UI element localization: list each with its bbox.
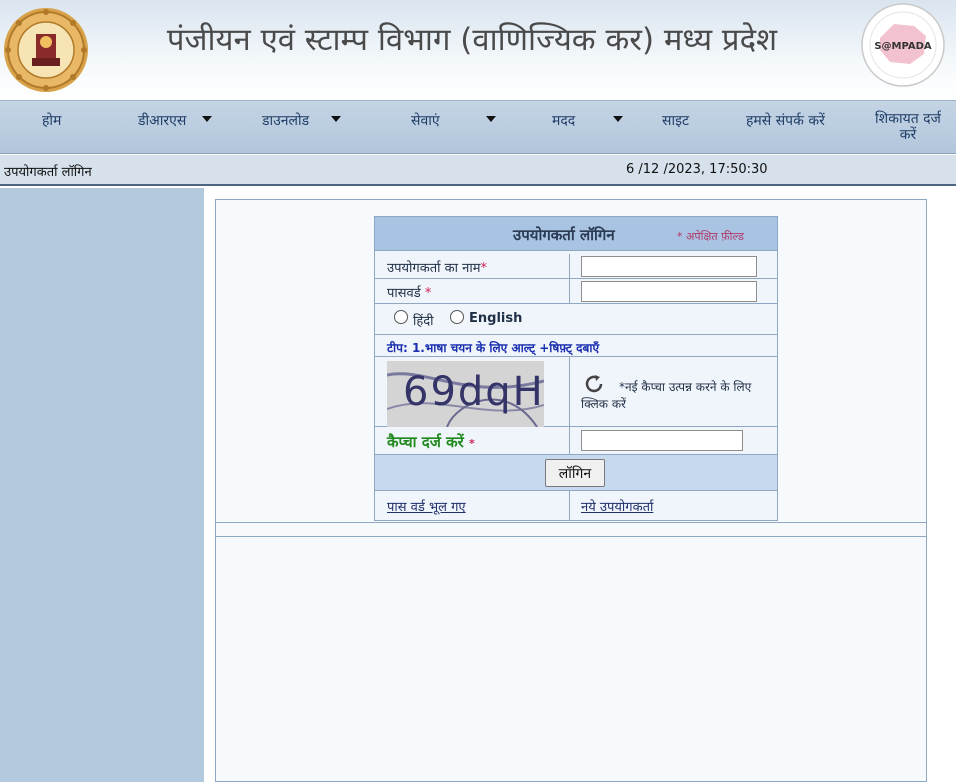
main-nav: होम डीआरएस डाउनलोड सेवाएं मदद साइट हमसे … [0,100,956,154]
nav-services[interactable]: सेवाएं [411,111,496,130]
mp-state-emblem-icon [4,8,88,92]
login-header: उपयोगकर्ता लॉगिन * अपेक्षित फ़ील्ड [375,217,777,251]
left-sidebar [0,188,204,782]
login-form: उपयोगकर्ता लॉगिन * अपेक्षित फ़ील्ड उपयोग… [374,216,778,521]
login-title: उपयोगकर्ता लॉगिन [513,226,615,244]
username-label: उपयोगकर्ता का नाम [387,261,481,276]
captcha-input-row: कैप्चा दर्ज करें * [375,427,777,455]
language-row: हिंदी English [375,304,777,335]
sampada-logo-text: S@MPADA [874,41,932,52]
divider [216,536,926,537]
language-tip: टीप: 1.भाषा चयन के लिए आल्ट् +षिफ़्ट् दब… [387,341,600,355]
password-label: पासवर्ड [387,286,425,301]
required-mark: * [480,261,487,276]
radio-english[interactable] [450,310,464,324]
forgot-password-link[interactable]: पास वर्ड भूल गए [387,497,466,515]
required-note: * अपेक्षित फ़ील्ड [677,230,744,243]
username-row: उपयोगकर्ता का नाम* [375,254,777,279]
breadcrumb: उपयोगकर्ता लॉगिन [4,165,92,180]
refresh-captcha-text[interactable]: *नई कैप्चा उत्पन्न करने के लिए क्लिक करे… [581,379,777,413]
nav-contact[interactable]: हमसे संपर्क करें [746,111,825,130]
password-input[interactable] [581,281,757,302]
tip-row: टीप: 1.भाषा चयन के लिए आल्ट् +षिफ़्ट् दब… [375,335,777,357]
nav-drs[interactable]: डीआरएस [138,111,213,130]
captcha-image: 69dqH [387,361,544,427]
required-mark: * [468,437,475,450]
login-button-row: लॉगिन [375,455,777,491]
links-row: पास वर्ड भूल गए नये उपयोगकर्ता [375,491,777,521]
password-row: पासवर्ड * [375,279,777,304]
main-panel: उपयोगकर्ता लॉगिन * अपेक्षित फ़ील्ड उपयोग… [215,199,927,782]
chevron-down-icon [331,116,342,122]
nav-complaint[interactable]: शिकायत दर्ज करें [866,111,950,143]
new-user-link[interactable]: नये उपयोगकर्ता [581,497,653,515]
label-hindi: हिंदी [413,314,434,329]
username-input[interactable] [581,256,757,277]
site-header: पंजीयन एवं स्टाम्प विभाग (वाणिज्यिक कर) … [0,0,956,100]
login-button[interactable]: लॉगिन [545,459,605,487]
captcha-input[interactable] [581,430,743,451]
captcha-text: 69dqH [403,369,544,415]
date-time: 6 /12 /2023, 17:50:30 [626,162,768,177]
required-mark: * [424,286,432,301]
page-title: पंजीयन एवं स्टाम्प विभाग (वाणिज्यिक कर) … [166,22,778,58]
sampada-logo: S@MPADA [861,3,945,87]
status-bar: उपयोगकर्ता लॉगिन 6 /12 /2023, 17:50:30 [0,155,956,186]
nav-help[interactable]: मदद [552,111,624,130]
radio-hindi[interactable] [394,310,408,324]
captcha-label: कैप्चा दर्ज करें [387,433,469,451]
chevron-down-icon [613,116,624,122]
captcha-row: 69dqH *नई कैप्चा उत्पन्न करने के लिए क्ल… [375,357,777,427]
chevron-down-icon [202,116,213,122]
divider [216,522,926,523]
label-english: English [469,311,523,326]
chevron-down-icon [485,116,496,122]
nav-home[interactable]: होम [42,111,61,130]
nav-site[interactable]: साइट [662,111,689,130]
nav-download[interactable]: डाउनलोड [262,111,342,130]
